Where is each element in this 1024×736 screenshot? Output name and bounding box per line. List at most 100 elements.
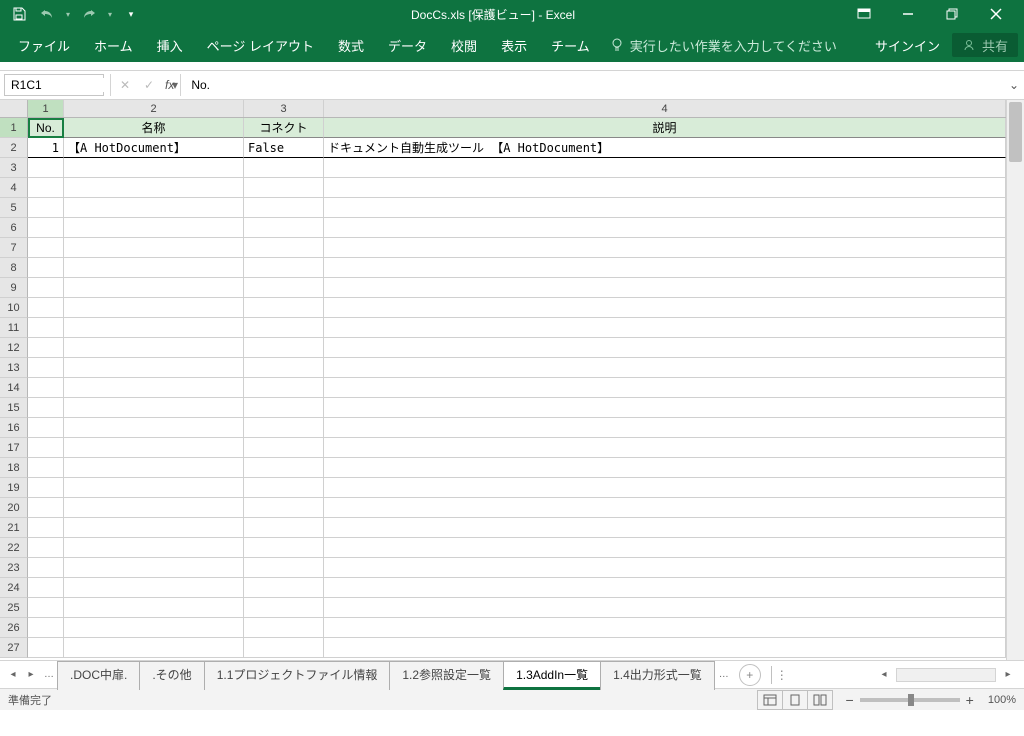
name-box[interactable]: ▾ <box>4 74 104 96</box>
row-header-20[interactable]: 20 <box>0 498 28 518</box>
sheet-tab-5[interactable]: 1.4出力形式一覧 <box>600 661 715 690</box>
cell-r15-c4[interactable] <box>324 398 1006 418</box>
zoom-out-button[interactable]: − <box>845 692 853 708</box>
undo-dropdown[interactable]: ▾ <box>62 2 74 26</box>
tab-pagelayout[interactable]: ページ レイアウト <box>195 28 326 62</box>
cell-r24-c2[interactable] <box>64 578 244 598</box>
redo-button[interactable] <box>76 2 102 26</box>
cell-r4-c3[interactable] <box>244 178 324 198</box>
row-header-17[interactable]: 17 <box>0 438 28 458</box>
vertical-scrollbar[interactable] <box>1006 100 1024 660</box>
cell-r25-c4[interactable] <box>324 598 1006 618</box>
cell-r4-c1[interactable] <box>28 178 64 198</box>
cell-r3-c4[interactable] <box>324 158 1006 178</box>
minimize-button[interactable] <box>886 0 930 28</box>
page-layout-view-button[interactable] <box>782 690 808 710</box>
cell-r20-c3[interactable] <box>244 498 324 518</box>
row-header-11[interactable]: 11 <box>0 318 28 338</box>
cell-r1-c3[interactable]: コネクト <box>244 118 324 138</box>
cell-r24-c1[interactable] <box>28 578 64 598</box>
zoom-level[interactable]: 100% <box>988 694 1016 706</box>
cell-r12-c3[interactable] <box>244 338 324 358</box>
formula-bar-expand[interactable]: ⌄ <box>1004 78 1024 92</box>
row-header-7[interactable]: 7 <box>0 238 28 258</box>
cell-r9-c2[interactable] <box>64 278 244 298</box>
cell-r21-c4[interactable] <box>324 518 1006 538</box>
col-header-3[interactable]: 3 <box>244 100 324 117</box>
cell-r14-c2[interactable] <box>64 378 244 398</box>
cell-r16-c3[interactable] <box>244 418 324 438</box>
qat-customize[interactable]: ▾ <box>118 2 144 26</box>
cell-r18-c3[interactable] <box>244 458 324 478</box>
cell-r20-c2[interactable] <box>64 498 244 518</box>
cell-r3-c2[interactable] <box>64 158 244 178</box>
cell-r8-c1[interactable] <box>28 258 64 278</box>
sheet-tab-3[interactable]: 1.2参照設定一覧 <box>389 661 504 690</box>
tab-view[interactable]: 表示 <box>489 28 539 62</box>
row-header-23[interactable]: 23 <box>0 558 28 578</box>
tab-insert[interactable]: 挿入 <box>145 28 195 62</box>
row-header-19[interactable]: 19 <box>0 478 28 498</box>
formula-input[interactable] <box>183 74 1004 96</box>
cell-r6-c2[interactable] <box>64 218 244 238</box>
cell-r5-c2[interactable] <box>64 198 244 218</box>
cell-r11-c3[interactable] <box>244 318 324 338</box>
cell-r23-c4[interactable] <box>324 558 1006 578</box>
cell-r8-c4[interactable] <box>324 258 1006 278</box>
row-header-26[interactable]: 26 <box>0 618 28 638</box>
cell-r26-c4[interactable] <box>324 618 1006 638</box>
cell-r22-c1[interactable] <box>28 538 64 558</box>
share-button[interactable]: 共有 <box>952 33 1018 57</box>
cell-r2-c4[interactable]: ドキュメント自動生成ツール 【A HotDocument】 <box>324 138 1006 158</box>
cell-r21-c3[interactable] <box>244 518 324 538</box>
cell-r22-c2[interactable] <box>64 538 244 558</box>
cell-r26-c3[interactable] <box>244 618 324 638</box>
cell-r11-c4[interactable] <box>324 318 1006 338</box>
cell-r12-c2[interactable] <box>64 338 244 358</box>
cell-r10-c4[interactable] <box>324 298 1006 318</box>
restore-button[interactable] <box>930 0 974 28</box>
cell-r27-c1[interactable] <box>28 638 64 658</box>
cell-r2-c3[interactable]: False <box>244 138 324 158</box>
sheet-tab-0[interactable]: .DOC中扉. <box>57 661 140 690</box>
cell-r25-c2[interactable] <box>64 598 244 618</box>
sheet-nav-first[interactable]: ◂ <box>4 666 22 684</box>
row-header-10[interactable]: 10 <box>0 298 28 318</box>
cell-r15-c3[interactable] <box>244 398 324 418</box>
cell-r17-c2[interactable] <box>64 438 244 458</box>
cell-r22-c3[interactable] <box>244 538 324 558</box>
tab-formulas[interactable]: 数式 <box>326 28 376 62</box>
cell-r15-c1[interactable] <box>28 398 64 418</box>
cell-r23-c3[interactable] <box>244 558 324 578</box>
cell-r25-c3[interactable] <box>244 598 324 618</box>
cell-r4-c4[interactable] <box>324 178 1006 198</box>
cell-r11-c2[interactable] <box>64 318 244 338</box>
row-header-14[interactable]: 14 <box>0 378 28 398</box>
row-header-4[interactable]: 4 <box>0 178 28 198</box>
cell-r12-c4[interactable] <box>324 338 1006 358</box>
cell-r26-c1[interactable] <box>28 618 64 638</box>
tab-team[interactable]: チーム <box>539 28 602 62</box>
cell-r21-c2[interactable] <box>64 518 244 538</box>
cell-r17-c4[interactable] <box>324 438 1006 458</box>
cell-r14-c1[interactable] <box>28 378 64 398</box>
cell-r14-c3[interactable] <box>244 378 324 398</box>
row-header-13[interactable]: 13 <box>0 358 28 378</box>
row-header-25[interactable]: 25 <box>0 598 28 618</box>
cell-r13-c3[interactable] <box>244 358 324 378</box>
cell-r4-c2[interactable] <box>64 178 244 198</box>
close-button[interactable] <box>974 0 1018 28</box>
cell-r24-c3[interactable] <box>244 578 324 598</box>
cell-r27-c3[interactable] <box>244 638 324 658</box>
cell-r23-c2[interactable] <box>64 558 244 578</box>
cell-r1-c4[interactable]: 説明 <box>324 118 1006 138</box>
cell-r20-c4[interactable] <box>324 498 1006 518</box>
ribbon-display-options[interactable] <box>842 0 886 28</box>
cell-r12-c1[interactable] <box>28 338 64 358</box>
cell-r19-c3[interactable] <box>244 478 324 498</box>
cell-r18-c1[interactable] <box>28 458 64 478</box>
cell-r20-c1[interactable] <box>28 498 64 518</box>
row-header-6[interactable]: 6 <box>0 218 28 238</box>
cell-r16-c2[interactable] <box>64 418 244 438</box>
row-header-16[interactable]: 16 <box>0 418 28 438</box>
